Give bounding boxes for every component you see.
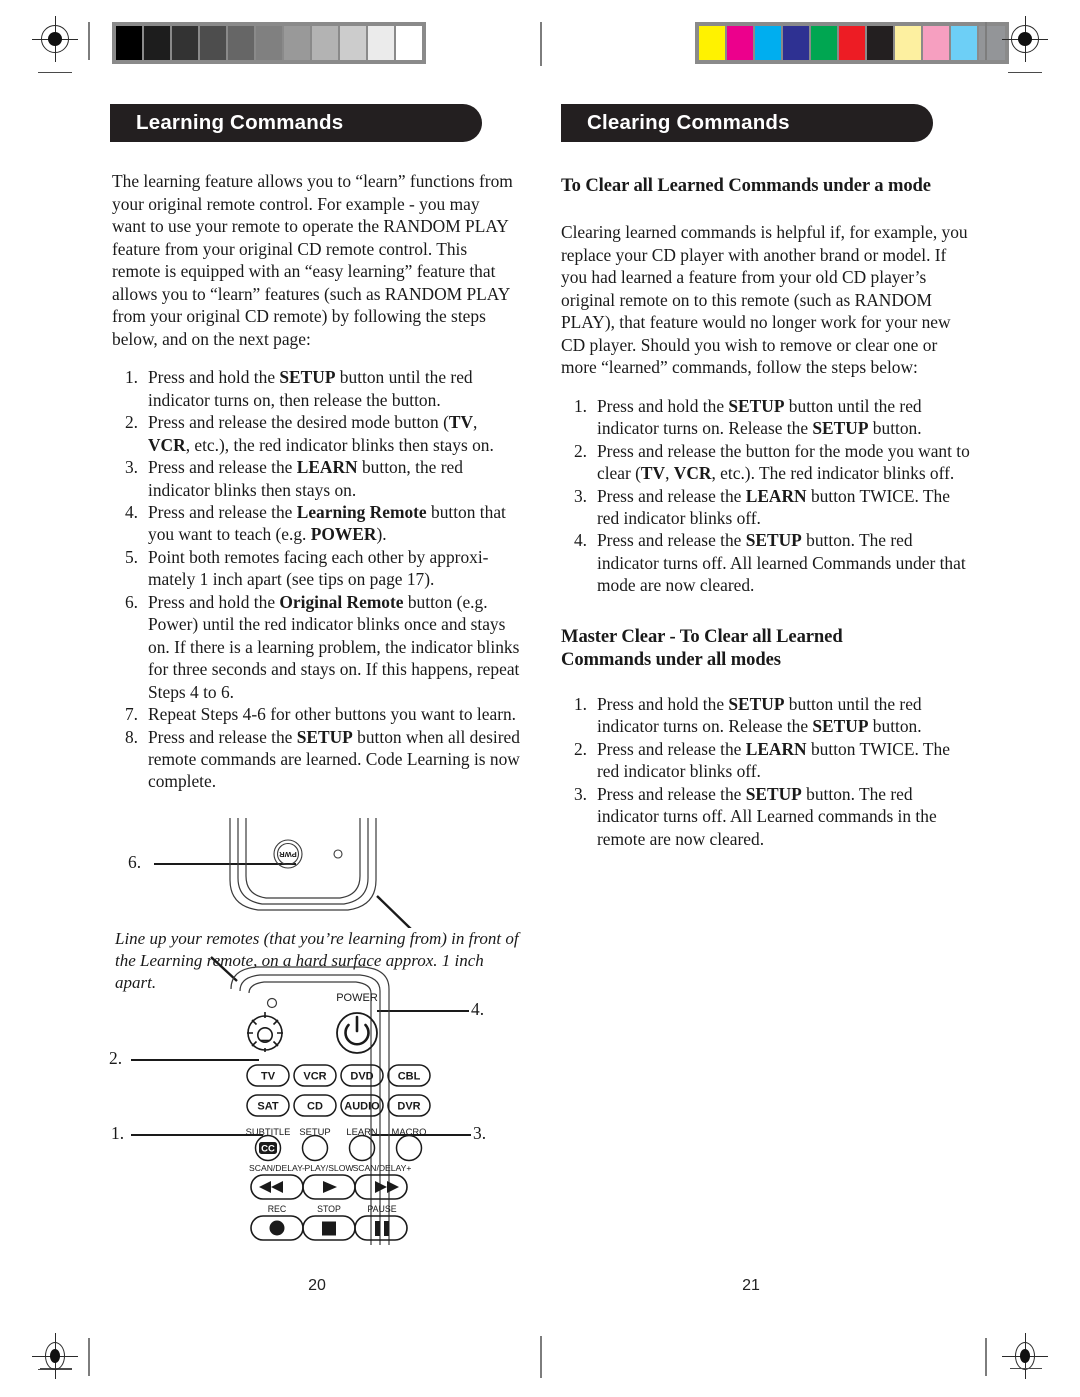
original-remote-svg: PWR <box>229 818 412 928</box>
list-item: 2. Press and release the button for the … <box>561 440 971 485</box>
step-text: Press and hold the SETUP button until th… <box>597 693 922 737</box>
step-text: Press and release the SETUP button when … <box>148 726 520 792</box>
learning-steps-list: 1. Press and hold the SETUP button until… <box>112 366 522 793</box>
list-item: 6. Press and hold the Original Remote bu… <box>112 591 522 703</box>
step-number: 6. <box>124 591 138 612</box>
bar-separator-center-top <box>540 22 542 66</box>
svg-text:REC: REC <box>268 1204 287 1214</box>
list-item: 8. Press and release the SETUP button wh… <box>112 726 522 793</box>
svg-text:PAUSE: PAUSE <box>367 1204 396 1214</box>
clearing-steps-list: 1. Press and hold the SETUP button until… <box>561 395 971 597</box>
section-banner-label: Clearing Commands <box>587 111 790 134</box>
step-number: 3. <box>124 457 138 478</box>
step-number: 1. <box>573 395 587 416</box>
step-number: 7. <box>124 704 138 725</box>
step-text: Press and hold the Original Remote butto… <box>148 591 520 702</box>
subhead-clear-under-mode: To Clear all Learned Commands under a mo… <box>561 175 931 196</box>
svg-text:TV: TV <box>261 1071 276 1083</box>
list-item: 3. Press and release the SETUP button. T… <box>561 783 971 850</box>
section-banner-clearing-commands: Clearing Commands <box>561 104 933 142</box>
svg-text:PWR: PWR <box>279 850 297 859</box>
step-text: Press and hold the SETUP button until th… <box>597 395 922 439</box>
step-text: Repeat Steps 4-6 for other buttons you w… <box>148 704 517 725</box>
bar-separator-left <box>88 22 90 60</box>
list-item: 5. Point both remotes facing each other … <box>112 546 522 591</box>
registration-mark-bottom-left <box>32 1333 78 1379</box>
list-item: 1. Press and hold the SETUP button until… <box>561 693 971 738</box>
svg-text:SCAN/DELAY+: SCAN/DELAY+ <box>353 1163 412 1173</box>
clearing-intro-paragraph: Clearing learned commands is helpful if,… <box>561 222 968 378</box>
learning-remote-figure: 2. 1. 4. 3. POWER TV VCR DVD CBL SAT CD … <box>105 955 525 1245</box>
svg-text:PLAY/SLOW: PLAY/SLOW <box>304 1163 354 1173</box>
section-banner-learning-commands: Learning Commands <box>110 104 482 142</box>
step-text: Press and release the Learning Remote bu… <box>148 501 506 545</box>
svg-text:AUDIO: AUDIO <box>344 1101 380 1113</box>
list-item: 1. Press and hold the SETUP button until… <box>561 395 971 440</box>
list-item: 2. Press and release the desired mode bu… <box>112 411 522 456</box>
registration-mark-bottom-right <box>1002 1333 1048 1379</box>
crop-tick-top-right <box>1008 72 1042 74</box>
step-number: 4. <box>124 501 138 522</box>
list-item: 3. Press and release the LEARN button TW… <box>561 485 971 530</box>
original-remote-figure: 6. PWR <box>112 818 522 928</box>
step-text: Press and release the SETUP button. The … <box>597 530 966 596</box>
crop-tick-top-left <box>38 72 72 74</box>
svg-text:CC: CC <box>261 1144 275 1155</box>
svg-text:STOP: STOP <box>317 1204 341 1214</box>
learning-intro-paragraph: The learning feature allows you to “lear… <box>112 171 513 349</box>
step-text: Press and release the SETUP button. The … <box>597 783 937 849</box>
step-number: 4. <box>573 530 587 551</box>
registration-mark-top-left <box>32 16 78 62</box>
step-text: Press and release the LEARN button TWICE… <box>597 485 950 529</box>
svg-text:POWER: POWER <box>336 992 378 1004</box>
step-number: 2. <box>124 412 138 433</box>
list-item: 3. Press and release the LEARN button, t… <box>112 456 522 501</box>
step-number: 1. <box>124 367 138 388</box>
list-item: 4. Press and release the Learning Remote… <box>112 501 522 546</box>
list-item: 7. Repeat Steps 4-6 for other buttons yo… <box>112 703 522 725</box>
learning-remote-svg: POWER TV VCR DVD CBL SAT CD AUDIO DVR SU… <box>210 956 431 1245</box>
list-item: 2. Press and release the LEARN button TW… <box>561 738 971 783</box>
step-text: Press and hold the SETUP button until th… <box>148 367 473 410</box>
list-item: 1. Press and hold the SETUP button until… <box>112 366 522 411</box>
step-number: 1. <box>573 693 587 714</box>
step-number: 2. <box>573 440 587 461</box>
step-text: Press and release the button for the mod… <box>597 440 970 484</box>
step-text: Press and release the desired mode butto… <box>148 412 494 455</box>
step-text: Press and release the LEARN button, the … <box>148 457 463 500</box>
bar-separator-bottom-right <box>985 1338 987 1376</box>
svg-text:CD: CD <box>307 1101 323 1113</box>
bar-separator-center-bottom <box>540 1336 542 1378</box>
step-number: 5. <box>124 546 138 567</box>
svg-text:DVR: DVR <box>397 1101 420 1113</box>
svg-text:DVD: DVD <box>350 1071 373 1083</box>
list-item: 4. Press and release the SETUP button. T… <box>561 529 971 596</box>
bar-separator-bottom-left <box>88 1338 90 1376</box>
subhead-master-clear: Master Clear - To Clear all Learned Comm… <box>561 625 971 671</box>
registration-mark-top-right <box>1002 16 1048 62</box>
left-page-column: Learning Commands The learning feature a… <box>110 0 522 793</box>
crop-tick-bottom-right <box>1010 1368 1042 1370</box>
step-number: 2. <box>573 738 587 759</box>
svg-text:CBL: CBL <box>398 1071 421 1083</box>
step-text: Press and release the LEARN button TWICE… <box>597 738 950 782</box>
section-banner-label: Learning Commands <box>136 111 344 134</box>
bar-separator-right <box>985 22 987 60</box>
step-number: 8. <box>124 726 138 747</box>
svg-text:SAT: SAT <box>257 1101 278 1113</box>
right-page-column: Clearing Commands To Clear all Learned C… <box>561 0 971 850</box>
step-text: Point both remotes facing each other by … <box>148 546 489 590</box>
svg-text:VCR: VCR <box>303 1071 326 1083</box>
page-number-left: 20 <box>308 1277 326 1294</box>
svg-text:SCAN/DELAY-: SCAN/DELAY- <box>249 1163 305 1173</box>
subhead-master-clear-line2: Commands under all modes <box>561 648 781 670</box>
step-number: 3. <box>573 783 587 804</box>
master-clear-steps-list: 1. Press and hold the SETUP button until… <box>561 693 971 850</box>
subhead-master-clear-line1: Master Clear - To Clear all Learned <box>561 625 843 647</box>
page-number-right: 21 <box>742 1277 760 1294</box>
step-number: 3. <box>573 485 587 506</box>
